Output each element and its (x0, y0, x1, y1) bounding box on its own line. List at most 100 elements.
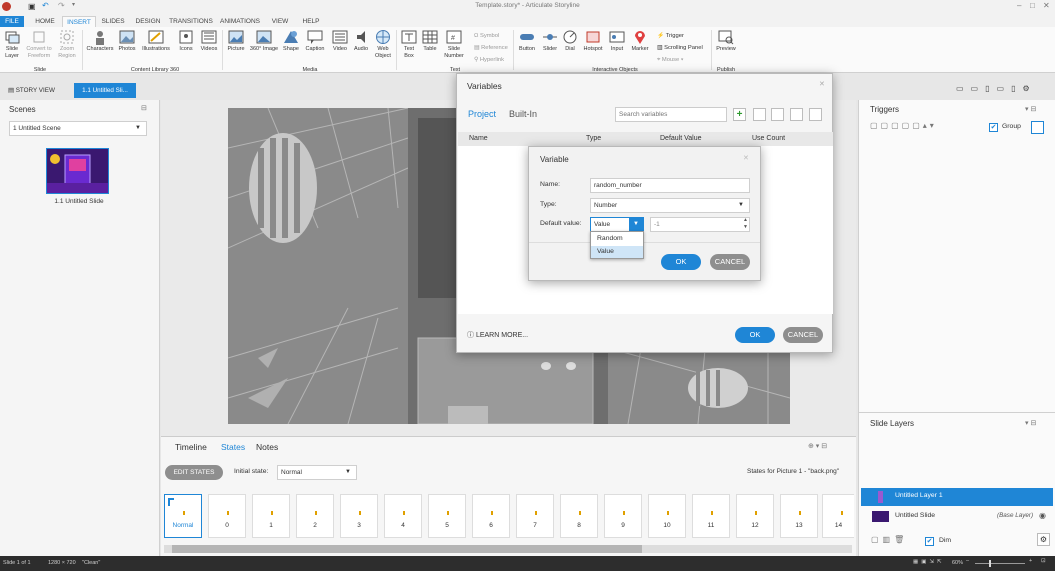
cancel-button[interactable]: CANCEL (710, 254, 750, 270)
view-mode-icons[interactable]: ▭▭▯▭▯⚙ (956, 84, 1037, 93)
shape-button[interactable]: Shape (281, 29, 301, 53)
360-image-button[interactable]: 360° Image (249, 29, 279, 53)
button-insert-button[interactable]: Button (516, 29, 538, 53)
close-icon[interactable]: ✕ (1043, 1, 1050, 10)
tab-help[interactable]: HELP (298, 16, 324, 27)
hotspot-button[interactable]: Hotspot (581, 29, 605, 53)
tab-animations[interactable]: ANIMATIONS (218, 16, 262, 27)
dial-button[interactable]: Dial (561, 29, 579, 53)
layer-row-base[interactable]: Untitled Slide (Base Layer) ◉ (861, 508, 1053, 526)
type-dropdown[interactable]: Number ▼ (590, 198, 750, 213)
dim-checkbox[interactable]: ✔ (925, 537, 934, 546)
initial-state-dropdown[interactable]: Normal ▼ (277, 465, 357, 480)
search-input[interactable] (616, 108, 726, 121)
minimize-icon[interactable]: – (1017, 1, 1021, 10)
slider-button[interactable]: Slider (540, 29, 560, 53)
name-field[interactable]: random_number (590, 178, 750, 193)
reference-button[interactable]: ▤ Reference (474, 42, 508, 54)
web-object-button[interactable]: Web Object (372, 29, 394, 59)
cancel-button[interactable]: CANCEL (783, 327, 823, 343)
tab-built-in[interactable]: Built-In (509, 109, 537, 119)
slide-thumbnail[interactable] (46, 148, 109, 194)
state-item[interactable]: 11 (692, 494, 730, 538)
state-item[interactable]: 0 (208, 494, 246, 538)
table-button[interactable]: Table (421, 29, 439, 53)
horizontal-scrollbar[interactable] (164, 545, 852, 553)
variables-icon[interactable] (1031, 121, 1044, 134)
state-item[interactable]: 1 (252, 494, 290, 538)
stepper-arrows-icon[interactable]: ▲ ▼ (743, 217, 748, 231)
icons-button[interactable]: Icons (176, 29, 196, 53)
ok-button[interactable]: OK (661, 254, 701, 270)
hyperlink-button[interactable]: ⚲ Hyperlink (474, 54, 508, 66)
layer-properties-gear-icon[interactable]: ⚙ (1037, 533, 1050, 546)
videos-button[interactable]: Videos (198, 29, 220, 53)
slide-number-button[interactable]: # Slide Number (441, 29, 467, 59)
default-value-input[interactable]: -1 (650, 217, 750, 232)
option-random[interactable]: Random (591, 233, 643, 245)
tab-states[interactable]: States (221, 442, 245, 452)
symbol-button[interactable]: Ω Symbol (474, 30, 508, 42)
layer-toolbar-icons[interactable]: ▢▥🗑 (871, 535, 908, 544)
edit-variable-icon[interactable] (753, 108, 766, 121)
default-mode-dropdown[interactable]: Value ▼ (590, 217, 644, 232)
zoom-in-icon[interactable]: + (1029, 558, 1032, 564)
option-value[interactable]: Value (591, 246, 643, 258)
state-item[interactable]: Normal (164, 494, 202, 538)
zoom-slider-handle[interactable] (989, 560, 991, 567)
state-item[interactable]: 6 (472, 494, 510, 538)
slide-layer-button[interactable]: Slide Layer (1, 29, 23, 59)
text-box-button[interactable]: Text Box (399, 29, 419, 59)
state-item[interactable]: 3 (340, 494, 378, 538)
zoom-slider[interactable] (975, 560, 1025, 567)
input-button[interactable]: Input (607, 29, 627, 53)
zoom-region-button[interactable]: Zoom Region (55, 29, 79, 59)
state-item[interactable]: 9 (604, 494, 642, 538)
maximize-icon[interactable]: □ (1030, 1, 1035, 10)
status-view-icons[interactable]: ▦▣⇲⇱ (913, 559, 945, 565)
panel-options-icons[interactable]: ⊕ ▾ ⊟ (808, 442, 827, 450)
state-item[interactable]: 4 (384, 494, 422, 538)
add-variable-icon[interactable]: + (733, 108, 746, 121)
photos-button[interactable]: Photos (116, 29, 138, 53)
tab-home[interactable]: HOME (30, 16, 60, 27)
slide-tab-active[interactable]: 1.1 Untitled Sli... (74, 83, 136, 98)
tab-file[interactable]: FILE (0, 16, 24, 27)
state-item[interactable]: 5 (428, 494, 466, 538)
story-view-tab[interactable]: ▤ STORY VIEW (8, 84, 66, 97)
paste-variable-icon[interactable] (790, 108, 803, 121)
state-item[interactable]: 8 (560, 494, 598, 538)
marker-button[interactable]: Marker (629, 29, 651, 53)
close-icon[interactable]: ✕ (819, 80, 825, 88)
panel-menu-icon[interactable]: ▾ ⊟ (1025, 419, 1036, 427)
panel-collapse-icon[interactable]: ⊟ (141, 104, 147, 112)
fit-window-icon[interactable]: ⊡ (1041, 558, 1046, 564)
trigger-toolbar-icons[interactable]: ▢▢▢▢▢▴▾ (870, 121, 937, 130)
state-item[interactable]: 2 (296, 494, 334, 538)
audio-button[interactable]: Audio (352, 29, 370, 53)
search-variables-input[interactable] (615, 107, 727, 122)
edit-states-button[interactable]: EDIT STATES (165, 465, 223, 480)
state-item[interactable]: 14 (822, 494, 854, 538)
learn-more-link[interactable]: ⓘ LEARN MORE... (467, 330, 528, 340)
panel-menu-icon[interactable]: ▾ ⊟ (1025, 105, 1036, 113)
caption-button[interactable]: Caption (303, 29, 327, 53)
mouse-button[interactable]: ⌖ Mouse ▾ (657, 54, 703, 66)
convert-freeform-button[interactable]: Convert to Freeform (24, 29, 54, 59)
state-item[interactable]: 13 (780, 494, 818, 538)
tab-view[interactable]: VIEW (268, 16, 292, 27)
scene-dropdown[interactable]: 1 Untitled Scene ▼ (9, 121, 147, 136)
copy-variable-icon[interactable] (771, 108, 784, 121)
group-checkbox[interactable]: ✔ (989, 123, 998, 132)
zoom-out-icon[interactable]: – (966, 558, 969, 564)
picture-button[interactable]: Picture (225, 29, 247, 53)
state-item[interactable]: 12 (736, 494, 774, 538)
scrollbar-thumb[interactable] (172, 545, 642, 553)
trigger-button[interactable]: ⚡ Trigger (657, 30, 703, 42)
eye-icon[interactable]: ◉ (1039, 511, 1046, 520)
delete-variable-icon[interactable] (809, 108, 822, 121)
tab-slides[interactable]: SLIDES (98, 16, 128, 27)
characters-button[interactable]: Characters (86, 29, 114, 53)
tab-transitions[interactable]: TRANSITIONS (168, 16, 214, 27)
scrolling-panel-button[interactable]: ▥ Scrolling Panel (657, 42, 703, 54)
